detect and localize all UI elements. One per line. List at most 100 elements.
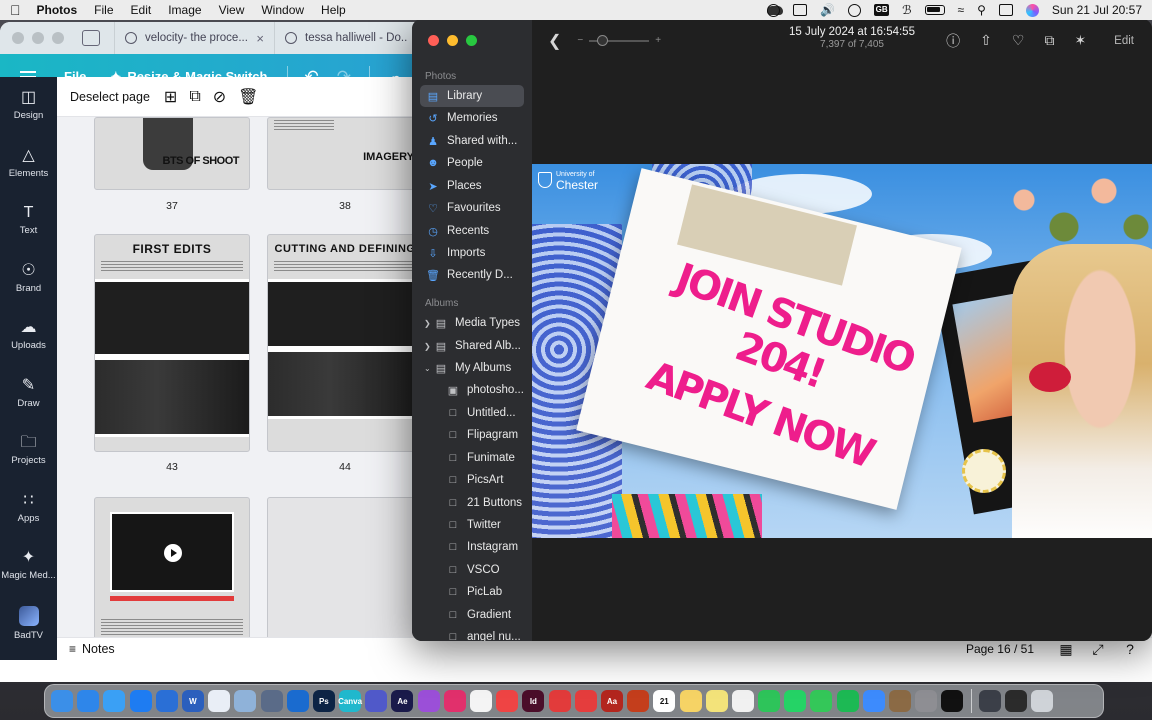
browser-tab[interactable]: velocity- the proce... × — [114, 22, 274, 54]
notes-button[interactable]: Notes — [82, 642, 115, 656]
dock-mail-icon[interactable] — [103, 690, 126, 712]
dock-trash-icon[interactable] — [1031, 690, 1054, 712]
home-icon[interactable] — [82, 30, 100, 46]
chevron-right-icon[interactable]: ❯ — [424, 342, 432, 351]
dock-notes-icon[interactable] — [679, 690, 702, 712]
sidebar-item-album[interactable]: □ angel nu... — [420, 626, 524, 641]
zoom-window-button[interactable] — [52, 32, 64, 44]
sidebar-item-brand[interactable]: ☉ Brand — [0, 250, 57, 308]
dock-safari-icon[interactable] — [77, 690, 100, 712]
dock-word-icon[interactable]: W — [181, 690, 204, 712]
rotate-icon[interactable]: ⧉ — [1044, 32, 1054, 49]
dock-messages-icon[interactable] — [810, 690, 833, 712]
dock-dictionary-icon[interactable]: Aa — [600, 690, 623, 712]
page-indicator[interactable]: Page 16 / 51 — [966, 642, 1034, 656]
dock-indesign-icon[interactable]: Id — [522, 690, 545, 712]
menu-clock[interactable]: Sun 21 Jul 20:57 — [1052, 3, 1142, 17]
sidebar-item-text[interactable]: T Text — [0, 192, 57, 250]
sidebar-item-my-albums[interactable]: ⌄ ▤ My Albums — [420, 357, 524, 379]
dock-chrome-icon[interactable] — [731, 690, 754, 712]
dock-outlook-icon[interactable] — [286, 690, 309, 712]
chevron-down-icon[interactable]: ⌄ — [424, 364, 432, 373]
dock-archive-icon[interactable] — [889, 690, 911, 712]
sidebar-item-recents[interactable]: ◷ Recents — [420, 220, 524, 242]
control-center-icon[interactable] — [998, 4, 1013, 16]
dock-whatsapp-icon[interactable] — [784, 690, 807, 712]
dock-finder-icon[interactable] — [51, 690, 73, 712]
dock-photoshop-icon[interactable]: Ps — [312, 690, 335, 712]
fullscreen-icon[interactable]: ⤢ — [1088, 641, 1108, 658]
dock-after-effects-icon[interactable]: Ae — [391, 690, 414, 712]
sidebar-item-recently-deleted[interactable]: 🗑 Recently D... — [420, 264, 524, 286]
page-thumbnail[interactable] — [94, 497, 250, 637]
back-icon[interactable]: ❮ — [548, 31, 561, 51]
minimize-window-button[interactable] — [447, 35, 458, 46]
dock-clipchamp-icon[interactable] — [155, 690, 178, 712]
dock-stickies-icon[interactable] — [705, 690, 728, 712]
dock-spotify-icon[interactable] — [836, 690, 859, 712]
sidebar-item-projects[interactable]: 🗀 Projects — [0, 422, 57, 480]
sidebar-item-favourites[interactable]: ♡ Favourites — [420, 197, 524, 219]
zoom-knob[interactable] — [597, 34, 609, 46]
sidebar-item-album[interactable]: □ Funimate — [420, 447, 524, 469]
close-window-button[interactable] — [12, 32, 24, 44]
sidebar-item-shared-albums[interactable]: ❯ ▤ Shared Alb... — [420, 335, 524, 357]
sidebar-item-draw[interactable]: ✎ Draw — [0, 365, 57, 423]
menu-help[interactable]: Help — [321, 3, 346, 17]
dock-capcut-icon[interactable] — [941, 690, 964, 712]
dock-teams-photo-icon[interactable] — [260, 690, 283, 712]
deselect-page-button[interactable]: Deselect page — [70, 90, 150, 104]
zoom-slider[interactable]: − + — [577, 34, 661, 46]
dock-calendar-icon[interactable]: 21 — [653, 690, 676, 712]
menu-edit[interactable]: Edit — [131, 3, 152, 17]
info-icon[interactable]: ⓘ — [946, 31, 960, 51]
sidebar-item-places[interactable]: ➤ Places — [420, 175, 524, 197]
delete-page-icon[interactable]: 🗑 — [238, 87, 258, 107]
dock-settings-icon[interactable] — [915, 690, 938, 712]
grid-view-icon[interactable]: ▦ — [1056, 641, 1076, 658]
sidebar-item-badtv[interactable]: BadTV — [0, 595, 57, 653]
sidebar-item-design[interactable]: ◫ Design — [0, 77, 57, 135]
dock-app-store-icon[interactable] — [129, 690, 152, 712]
sidebar-item-album[interactable]: □ PicLab — [420, 581, 524, 603]
page-thumbnail[interactable] — [267, 497, 423, 637]
dock-instagram-icon[interactable] — [443, 690, 466, 712]
duplicate-page-icon[interactable]: ⧉ — [189, 88, 200, 106]
page-thumbnail[interactable]: FIRST EDITS — [94, 234, 250, 452]
magic-wand-icon[interactable]: ✶ — [1074, 32, 1086, 49]
sidebar-item-people[interactable]: ☻ People — [420, 152, 524, 174]
page-thumbnail[interactable]: CUTTING AND DEFINING — [267, 234, 423, 452]
help-icon[interactable]: ? — [1120, 641, 1140, 657]
bars-icon[interactable] — [793, 4, 808, 16]
dock-freeform-icon[interactable] — [208, 690, 231, 712]
sidebar-item-uploads[interactable]: ☁ Uploads — [0, 307, 57, 365]
close-window-button[interactable] — [428, 35, 439, 46]
photo-image[interactable]: JOIN STUDIO 204! APPLY NOW University of… — [532, 164, 1152, 538]
menu-file[interactable]: File — [94, 3, 113, 17]
sidebar-item-library[interactable]: ▤ Library — [420, 85, 524, 107]
search-icon[interactable]: ⚲ — [977, 3, 986, 17]
dock-preview-icon[interactable] — [234, 690, 257, 712]
menu-app-name[interactable]: Photos — [37, 3, 78, 17]
page-thumbnail[interactable]: IMAGERY — [267, 117, 423, 190]
dock-calendar-red-icon[interactable] — [496, 690, 519, 712]
dock-canva-icon[interactable]: Canva — [338, 690, 362, 712]
sidebar-item-album[interactable]: □ Instagram — [420, 536, 524, 558]
menu-image[interactable]: Image — [168, 3, 201, 17]
share-icon[interactable]: ⇧ — [980, 32, 992, 49]
dock-terminal-icon[interactable] — [1004, 690, 1027, 712]
sidebar-item-shared-with[interactable]: ♟ Shared with... — [420, 130, 524, 152]
edit-button[interactable]: Edit — [1106, 32, 1142, 50]
dock-facetime-icon[interactable] — [758, 690, 781, 712]
page-thumbnail[interactable]: BTS OF SHOOT — [94, 117, 250, 190]
apple-menu-icon[interactable]:  — [10, 2, 21, 18]
sidebar-item-album[interactable]: □ 21 Buttons — [420, 492, 524, 514]
sidebar-item-album[interactable]: □ Untitled... — [420, 402, 524, 424]
sidebar-item-album[interactable]: □ VSCO — [420, 559, 524, 581]
zoom-in-icon[interactable]: + — [655, 35, 661, 46]
sidebar-item-album[interactable]: □ Gradient — [420, 604, 524, 626]
sidebar-item-imports[interactable]: ⇩ Imports — [420, 242, 524, 264]
close-tab-icon[interactable]: × — [256, 31, 264, 46]
notes-icon[interactable]: ≡ — [69, 642, 76, 656]
input-gb-icon[interactable]: GB — [874, 4, 890, 16]
